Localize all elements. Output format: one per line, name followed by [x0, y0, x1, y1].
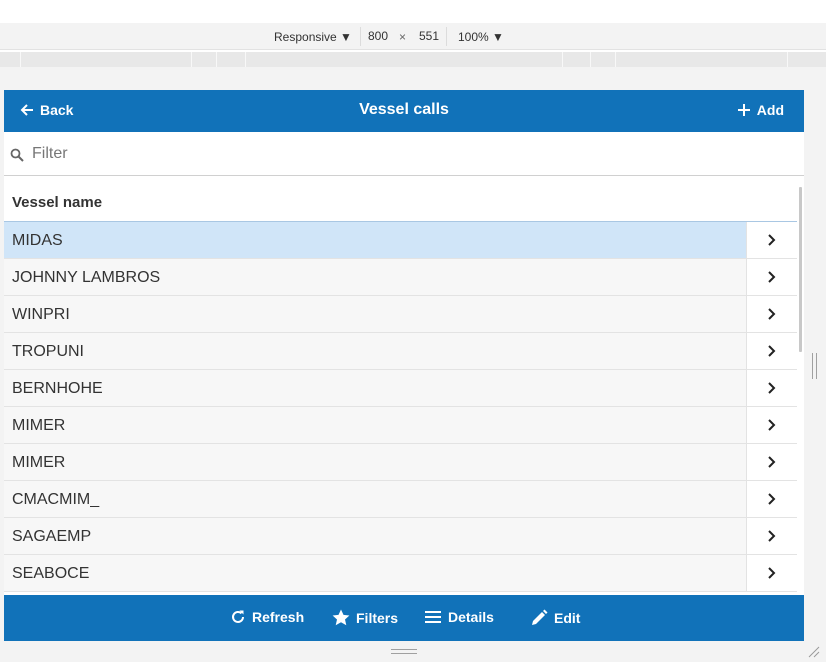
edit-label: Edit [554, 610, 581, 626]
filters-label: Filters [356, 609, 399, 626]
refresh-icon [232, 610, 244, 623]
dropdown-arrow-icon: ▼ [492, 30, 504, 44]
list-item[interactable]: BERNHOHE [4, 370, 797, 407]
open-detail-button[interactable] [746, 444, 797, 480]
open-detail-button[interactable] [746, 555, 797, 591]
title-bar: Back Vessel calls Add [4, 90, 804, 132]
details-label: Details [448, 609, 494, 625]
chevron-right-icon [768, 308, 776, 320]
filter-bar [4, 132, 804, 176]
page-title: Vessel calls [359, 101, 449, 118]
vessel-name: MIMER [12, 417, 66, 434]
vessel-name: MIMER [12, 454, 66, 471]
resize-corner-icon[interactable] [808, 646, 820, 658]
device-label: Responsive [274, 30, 337, 44]
open-detail-button[interactable] [746, 333, 797, 369]
list-item[interactable]: SAGAEMP [4, 518, 797, 555]
chevron-right-icon [768, 493, 776, 505]
device-select[interactable]: Responsive ▼ [274, 30, 352, 44]
open-detail-button[interactable] [746, 296, 797, 332]
pencil-icon [532, 609, 548, 625]
app-viewport: Back Vessel calls Add Vessel name MIDAS J… [4, 90, 804, 641]
list-item[interactable]: CMACMIM_ [4, 481, 797, 518]
refresh-label: Refresh [252, 609, 305, 625]
star-icon [332, 609, 350, 626]
divider [446, 27, 447, 46]
open-detail-button[interactable] [746, 518, 797, 554]
chevron-right-icon [768, 345, 776, 357]
open-detail-button[interactable] [746, 259, 797, 295]
resize-handle-bottom[interactable] [391, 649, 417, 654]
vessel-name: TROPUNI [12, 343, 84, 360]
open-detail-button[interactable] [746, 407, 797, 443]
search-icon [10, 148, 24, 162]
times-symbol: × [399, 30, 407, 44]
media-query-bar [0, 52, 826, 67]
chevron-right-icon [768, 530, 776, 542]
devtools-gutter-top [0, 67, 826, 90]
vessel-name: SAGAEMP [12, 528, 92, 545]
bottom-toolbar: Refresh Filters Details Edit [4, 595, 804, 641]
width-field[interactable]: 800 [368, 29, 388, 43]
refresh-button[interactable]: Refresh [230, 609, 304, 625]
vessel-name: SEABOCE [12, 565, 90, 582]
menu-icon [425, 611, 441, 623]
resize-handle-right[interactable] [812, 353, 817, 379]
chevron-right-icon [768, 567, 776, 579]
open-detail-button[interactable] [746, 370, 797, 406]
devtools-toolbar: Responsive ▼ 800 × 551 100% ▼ [0, 23, 826, 50]
vessel-list: Vessel name MIDAS JOHNNY LAMBROS WINPRI TRO… [4, 185, 797, 595]
open-detail-button[interactable] [746, 222, 797, 258]
vessel-name: CMACMIM_ [12, 491, 100, 508]
chevron-right-icon [768, 234, 776, 246]
divider [360, 27, 361, 46]
list-item[interactable]: MIMER [4, 444, 797, 481]
vessel-name: JOHNNY LAMBROS [12, 269, 161, 286]
filters-button[interactable]: Filters [332, 609, 398, 626]
filter-input[interactable] [32, 142, 792, 166]
list-item[interactable]: TROPUNI [4, 333, 797, 370]
dropdown-arrow-icon: ▼ [340, 30, 352, 44]
add-label: Add [756, 102, 784, 118]
vessel-name: WINPRI [12, 306, 70, 323]
list-item[interactable]: MIMER [4, 407, 797, 444]
edit-button[interactable]: Edit [530, 609, 580, 627]
zoom-select[interactable]: 100% ▼ [458, 30, 504, 44]
vessel-name: BERNHOHE [12, 380, 103, 397]
add-button[interactable]: Add [737, 102, 784, 118]
chevron-right-icon [768, 382, 776, 394]
list-item[interactable]: WINPRI [4, 296, 797, 333]
vessel-name: MIDAS [12, 232, 63, 249]
chevron-right-icon [768, 419, 776, 431]
column-header-vessel-name[interactable]: Vessel name [4, 185, 797, 222]
list-item[interactable]: SEABOCE [4, 555, 797, 592]
details-button[interactable]: Details [424, 609, 494, 625]
chevron-right-icon [768, 456, 776, 468]
chevron-right-icon [768, 271, 776, 283]
list-item[interactable]: JOHNNY LAMBROS [4, 259, 797, 296]
scrollbar[interactable] [799, 187, 802, 352]
plus-icon [737, 104, 750, 116]
list-item[interactable]: MIDAS [4, 222, 797, 259]
height-field[interactable]: 551 [419, 29, 439, 43]
open-detail-button[interactable] [746, 481, 797, 517]
zoom-label: 100% [458, 30, 489, 44]
